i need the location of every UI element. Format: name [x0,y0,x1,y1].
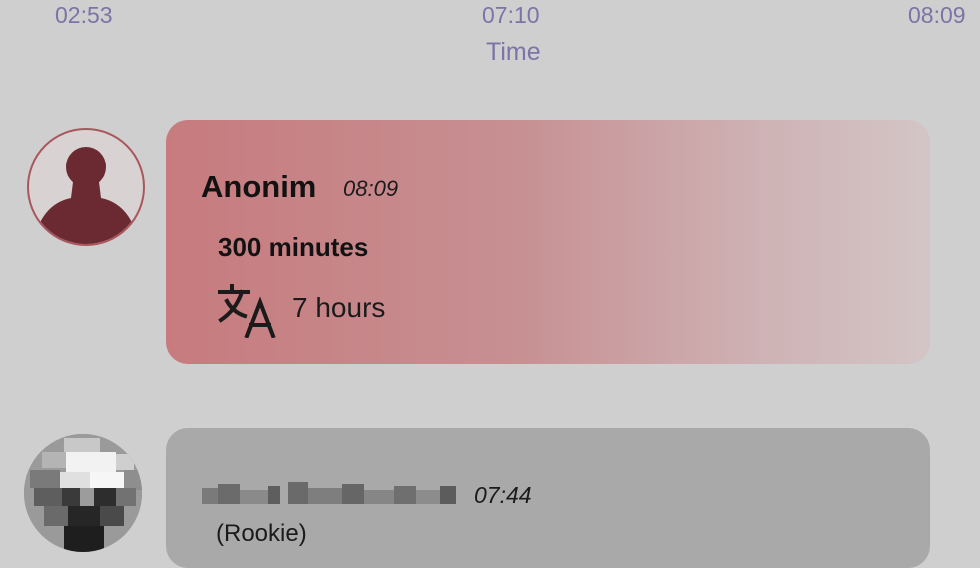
user-avatar[interactable] [24,434,142,552]
translated-text: 7 hours [292,292,386,323]
time-tick-label: 08:09 [908,2,966,28]
message-card[interactable]: Anonim 08:09 300 minutes 7 hours [166,120,930,364]
time-axis-title: Time [486,38,541,66]
message-timestamp: 07:44 [474,482,532,508]
message-card[interactable]: 07:44 (Rookie) [166,428,930,568]
user-role: (Rookie) [216,520,307,547]
default-person-icon [33,147,139,244]
pixelated-photo-avatar [24,434,142,552]
time-tick-label: 02:53 [55,2,113,28]
translate-icon[interactable] [218,282,278,338]
time-tick-label: 07:10 [482,2,540,28]
time-axis: 02:53 07:10 08:09 Time [0,0,980,80]
author-name[interactable]: Anonim [201,169,316,205]
message-text: 300 minutes [218,232,369,262]
user-avatar[interactable] [27,128,145,246]
message-timestamp: 08:09 [343,176,399,201]
redacted-author-name [202,482,456,504]
